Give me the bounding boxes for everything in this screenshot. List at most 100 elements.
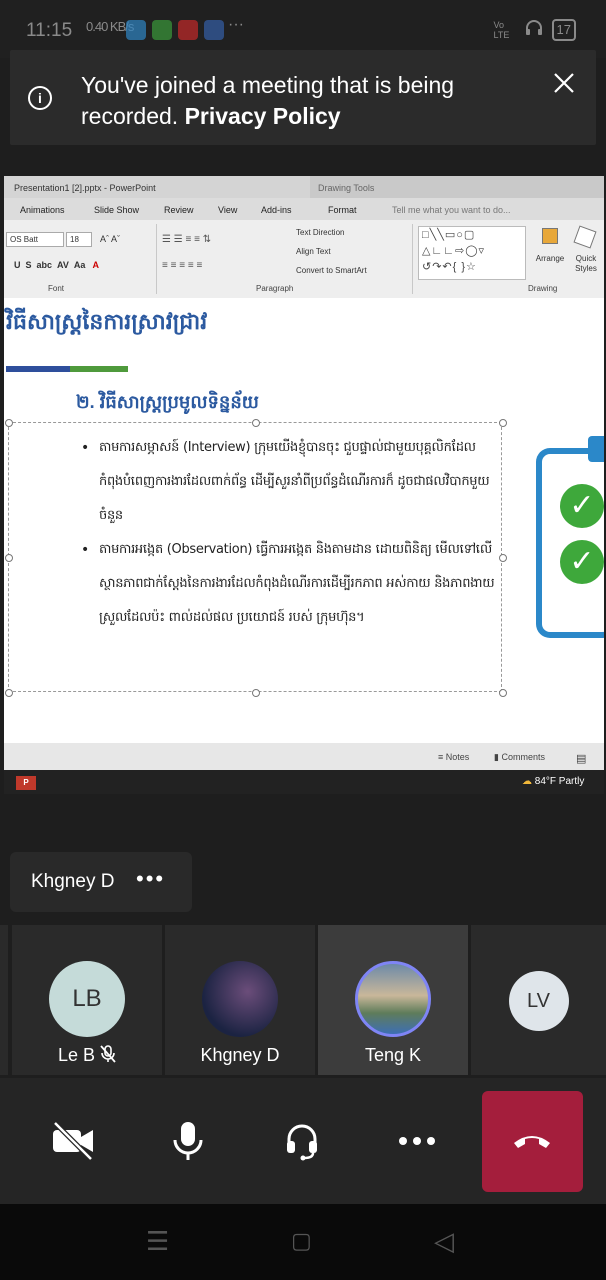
bullet-icon: • — [81, 440, 89, 456]
ribbon-tabs: Animations Slide Show Review View Add-in… — [4, 202, 604, 220]
participant-tile[interactable]: Khgney D — [165, 925, 315, 1075]
avatar: LV — [508, 971, 569, 1031]
slide-title: វិធីសាស្ត្រនៃការស្រាវជ្រាវ — [6, 309, 208, 334]
ribbon-body: OS Batt 18 Aˆ Aˇ U S abc AV Aa A Font ☰ … — [4, 220, 604, 298]
align-buttons-icon[interactable]: ≡ ≡ ≡ ≡ ≡ — [162, 260, 202, 271]
hang-up-icon — [514, 1136, 550, 1148]
format-buttons-icon[interactable]: U S abc AV Aa A — [14, 260, 99, 270]
leave-call-button[interactable] — [482, 1091, 583, 1192]
checkmark-icon: ✓ — [560, 540, 604, 584]
window-title: Presentation1 [2].pptx - PowerPoint — [14, 183, 156, 193]
powerpoint-icon: P — [16, 776, 36, 790]
font-name-select[interactable]: OS Batt — [6, 232, 64, 247]
home-icon[interactable]: ▢ — [291, 1228, 312, 1254]
tell-me-box[interactable]: Tell me what you want to do... — [392, 205, 511, 215]
avatar — [202, 961, 278, 1037]
call-controls — [0, 1078, 606, 1204]
tab-animations[interactable]: Animations — [20, 205, 65, 215]
align-text-button[interactable]: Align Text — [296, 247, 331, 256]
participant-tile-active[interactable]: Teng K — [318, 925, 468, 1075]
banner-message: You've joined a meeting that is being re… — [81, 70, 521, 132]
system-nav-bar: ☰ ▢ ◁ — [0, 1204, 606, 1280]
microphone-button[interactable] — [145, 1078, 231, 1204]
back-icon[interactable]: ◁ — [434, 1226, 454, 1257]
weather-widget: ☁ 84°F Partly — [522, 776, 585, 787]
comments-button[interactable]: ▮ Comments — [494, 752, 545, 763]
participant-name: Teng K — [364, 1045, 422, 1065]
list-buttons-icon[interactable]: ☰ ☰ ≡ ≡ ⇅ — [162, 234, 211, 245]
avatar: LB — [49, 961, 125, 1037]
resize-handle[interactable] — [499, 689, 507, 697]
text-direction-button[interactable]: Text Direction — [296, 228, 344, 237]
participant-tile[interactable]: LB Le B — [12, 925, 162, 1075]
facebook-icon — [204, 20, 224, 40]
more-notifications-icon: ··· — [228, 16, 244, 33]
resize-handle[interactable] — [499, 554, 507, 562]
tab-add-ins[interactable]: Add-ins — [261, 205, 292, 215]
resize-handle[interactable] — [252, 689, 260, 697]
convert-smartart-button[interactable]: Convert to SmartArt — [296, 266, 367, 275]
bullet-icon: • — [81, 542, 89, 558]
clock: 11:15 — [26, 20, 73, 41]
normal-view-icon[interactable]: ▤ — [576, 752, 586, 765]
tab-slide-show[interactable]: Slide Show — [94, 205, 139, 215]
arrange-button[interactable]: Arrange — [532, 254, 568, 263]
quick-styles-icon — [573, 225, 597, 249]
recents-icon[interactable]: ☰ — [146, 1226, 169, 1257]
more-options-icon[interactable]: ••• — [136, 866, 165, 892]
camera-off-icon — [53, 1121, 93, 1161]
bullet-list: • តាមការសម្ភាសន៍ (Interview) ក្រុមយើងខ្ញ… — [81, 431, 499, 669]
resize-handle[interactable] — [499, 419, 507, 427]
slide-canvas: វិធីសាស្ត្រនៃការស្រាវជ្រាវ ២. វិធីសាស្ត្… — [4, 298, 604, 743]
headset-icon — [287, 1124, 317, 1161]
participant-name: Le B — [57, 1045, 95, 1065]
slide-textbox[interactable]: • តាមការសម្ភាសន៍ (Interview) ក្រុមយើងខ្ញ… — [5, 419, 507, 697]
group-paragraph: Paragraph — [256, 284, 294, 293]
camera-off-button[interactable] — [30, 1078, 116, 1204]
audio-device-button[interactable] — [259, 1078, 345, 1204]
more-icon — [399, 1137, 435, 1145]
font-size-select[interactable]: 18 — [66, 232, 92, 247]
battery-icon: 17 — [551, 18, 576, 41]
presenter-name: Khgney D — [31, 871, 115, 892]
muted-mic-icon — [100, 1045, 116, 1063]
list-item: • តាមការអង្កេត (Observation) ធ្វើការអង្ក… — [81, 533, 499, 669]
volte-icon: Vo LTE — [493, 19, 510, 40]
group-font: Font — [48, 284, 65, 293]
participant-name: Khgney D — [200, 1045, 280, 1065]
privacy-policy-link[interactable]: Privacy Policy — [185, 103, 341, 129]
title-underline-blue — [6, 366, 70, 372]
grow-font-icon[interactable]: Aˆ Aˇ — [100, 234, 120, 244]
shapes-gallery[interactable]: □╲╲▭○▢ △∟∟⇨◯▿ ↺↷↶{ }☆ — [418, 226, 526, 280]
resize-handle[interactable] — [5, 554, 13, 562]
presenter-pill[interactable]: Khgney D ••• — [10, 852, 192, 912]
participant-tile-partial — [0, 925, 8, 1075]
youtube-icon — [178, 20, 198, 40]
recording-banner: i You've joined a meeting that is being … — [10, 50, 596, 145]
powerpoint-status-bar: ≡ Notes ▮ Comments ▤ — [4, 743, 604, 770]
tab-view[interactable]: View — [218, 205, 237, 215]
notes-button[interactable]: ≡ Notes — [438, 752, 469, 762]
checkmark-icon: ✓ — [560, 484, 604, 528]
shared-screen: Presentation1 [2].pptx - PowerPoint Draw… — [4, 176, 604, 770]
close-icon[interactable] — [553, 70, 575, 100]
weather-icon: ☁ — [522, 776, 532, 787]
quick-styles-button[interactable]: Quick Styles — [570, 254, 602, 274]
avatar — [355, 961, 431, 1037]
windows-taskbar: P ☁ 84°F Partly — [4, 770, 604, 794]
arrange-icon — [542, 228, 558, 244]
resize-handle[interactable] — [5, 419, 13, 427]
participant-tile[interactable]: LV — [471, 925, 606, 1075]
more-actions-button[interactable] — [374, 1078, 460, 1204]
tab-review[interactable]: Review — [164, 205, 194, 215]
clipboard-checklist-icon: ✓ ✓ — [536, 436, 604, 638]
list-item: • តាមការសម្ភាសន៍ (Interview) ក្រុមយើងខ្ញ… — [81, 431, 499, 533]
resize-handle[interactable] — [252, 419, 260, 427]
headset-status-icon — [524, 18, 544, 41]
tab-format[interactable]: Format — [328, 205, 357, 215]
group-drawing: Drawing — [528, 284, 558, 293]
slide-subtitle: ២. វិធីសាស្ត្រប្រមូលទិន្នន័យ — [76, 392, 259, 412]
resize-handle[interactable] — [5, 689, 13, 697]
drawing-tools-label: Drawing Tools — [310, 176, 604, 198]
messages-icon — [152, 20, 172, 40]
